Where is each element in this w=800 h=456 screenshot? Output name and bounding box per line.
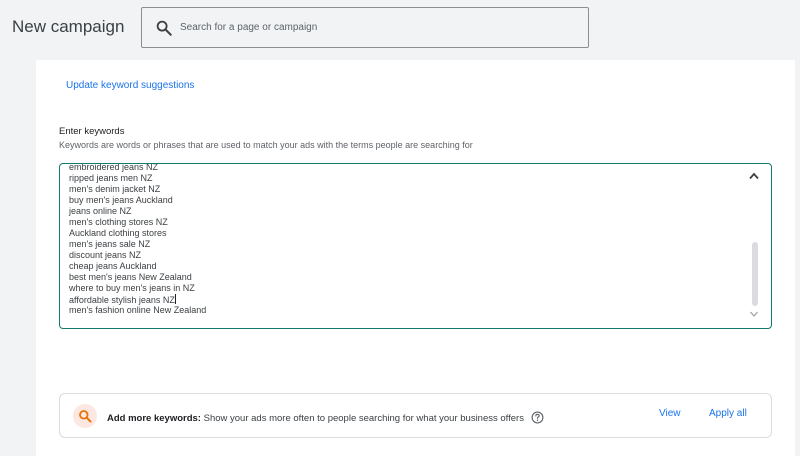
suggestion-badge bbox=[73, 404, 97, 428]
magnifier-icon bbox=[79, 410, 92, 423]
keyword-line: men's jeans sale NZ bbox=[69, 239, 151, 249]
scroll-down-chevron-icon[interactable] bbox=[749, 310, 759, 318]
search-placeholder: Search for a page or campaign bbox=[180, 22, 318, 33]
keyword-line: buy men's jeans Auckland bbox=[69, 195, 173, 205]
keyword-line: best men's jeans New Zealand bbox=[69, 272, 192, 282]
keyword-line-text: affordable stylish jeans NZ bbox=[69, 295, 175, 305]
keyword-line-active: affordable stylish jeans NZ bbox=[69, 294, 206, 305]
keyword-line: where to buy men's jeans in NZ bbox=[69, 283, 195, 293]
add-keywords-label: Add more keywords: bbox=[107, 413, 201, 424]
keyword-line: embroidered jeans NZ bbox=[69, 163, 159, 172]
keyword-line: men's fashion online New Zealand bbox=[69, 305, 207, 315]
add-keywords-description: Show your ads more often to people searc… bbox=[203, 413, 524, 424]
keywords-heading: Enter keywords bbox=[59, 126, 125, 137]
keyword-line: jeans online NZ bbox=[69, 206, 132, 216]
keywords-help-text: Keywords are words or phrases that are u… bbox=[59, 140, 473, 150]
keyword-line: ripped jeans men NZ bbox=[69, 173, 153, 183]
keywords-card: Update keyword suggestions Enter keyword… bbox=[36, 60, 795, 456]
search-icon bbox=[156, 20, 172, 36]
help-icon[interactable] bbox=[531, 411, 544, 424]
top-bar: New campaign Search for a page or campai… bbox=[0, 0, 800, 58]
keyword-line: men's clothing stores NZ bbox=[69, 217, 168, 227]
apply-all-button[interactable]: Apply all bbox=[709, 408, 747, 419]
keyword-line: Auckland clothing stores bbox=[69, 228, 167, 238]
scrollbar-thumb[interactable] bbox=[752, 242, 758, 306]
keywords-textarea[interactable]: embroidered jeans NZ ripped jeans men NZ… bbox=[59, 163, 772, 329]
add-keywords-text: Add more keywords: Show your ads more of… bbox=[107, 411, 544, 424]
keyword-line: discount jeans NZ bbox=[69, 250, 142, 260]
text-cursor bbox=[174, 294, 176, 304]
update-keyword-suggestions-link[interactable]: Update keyword suggestions bbox=[66, 80, 194, 91]
page-title: New campaign bbox=[12, 17, 125, 36]
keyword-list: embroidered jeans NZ ripped jeans men NZ… bbox=[69, 164, 207, 316]
add-keywords-panel: Add more keywords: Show your ads more of… bbox=[59, 393, 772, 438]
search-input[interactable]: Search for a page or campaign bbox=[141, 7, 589, 48]
keyword-line: men's denim jacket NZ bbox=[69, 184, 161, 194]
scroll-up-chevron-icon[interactable] bbox=[749, 172, 759, 180]
view-button[interactable]: View bbox=[659, 408, 681, 419]
keyword-line: cheap jeans Auckland bbox=[69, 261, 157, 271]
